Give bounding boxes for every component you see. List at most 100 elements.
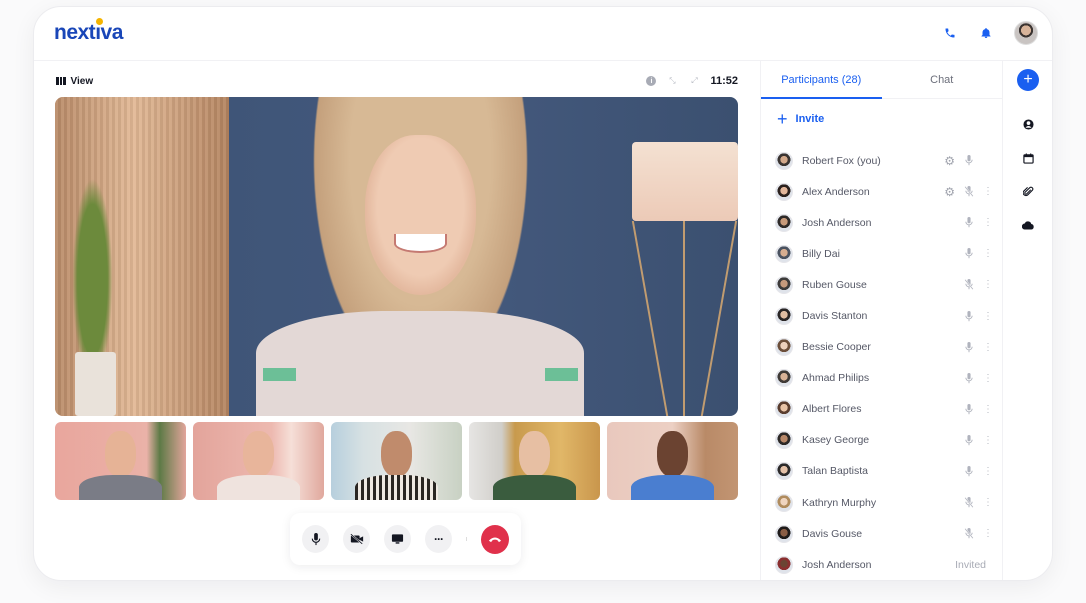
microphone-icon[interactable]	[964, 217, 974, 229]
brand-text: nextıva	[54, 21, 123, 44]
thumb-body	[630, 475, 715, 500]
participant-row[interactable]: Bessie Cooper ⋮	[775, 332, 993, 363]
info-icon[interactable]: i	[646, 76, 657, 86]
end-call-button[interactable]	[481, 524, 510, 554]
participant-row[interactable]: Josh Anderson Invited	[775, 549, 987, 580]
microphone-muted-icon[interactable]	[964, 279, 974, 291]
microphone-icon[interactable]	[964, 248, 974, 260]
divider	[466, 537, 468, 541]
tab-participants[interactable]: Participants (28)	[761, 61, 882, 99]
participant-row[interactable]: Kasey George ⋮	[775, 425, 993, 456]
more-vertical-icon[interactable]: ⋮	[983, 342, 993, 353]
more-vertical-icon[interactable]: ⋮	[983, 217, 993, 228]
invite-label: Invite	[795, 113, 825, 125]
participant-name: Ahmad Philips	[802, 372, 870, 385]
participant-row[interactable]: Ruben Gouse ⋮	[775, 269, 993, 300]
more-vertical-icon[interactable]: ⋮	[983, 435, 993, 446]
phone-icon[interactable]	[942, 25, 958, 41]
participant-name: Talan Baptista	[802, 465, 868, 478]
participant-row[interactable]: Davis Stanton ⋮	[775, 300, 993, 331]
mute-button[interactable]	[302, 525, 330, 553]
user-avatar[interactable]	[1014, 21, 1038, 45]
settings-icon[interactable]: ⚙	[944, 154, 955, 168]
microphone-icon[interactable]	[964, 155, 974, 167]
participant-row[interactable]: Albert Flores ⋮	[775, 394, 993, 425]
participant-thumbnail[interactable]	[607, 422, 738, 500]
nextiva-logo[interactable]: nextıva	[54, 21, 123, 45]
settings-icon[interactable]: ⚙	[944, 185, 955, 199]
more-vertical-icon[interactable]: ⋮	[983, 466, 993, 477]
thumb-face	[380, 431, 413, 477]
sweater-stripe	[544, 368, 578, 381]
participant-name: Kasey George	[802, 434, 870, 447]
plant	[68, 160, 117, 359]
participant-row[interactable]: Robert Fox (you)⚙⋮	[775, 145, 987, 176]
participant-thumbnail[interactable]	[469, 422, 600, 500]
participant-row[interactable]: Davis Gouse ⋮	[775, 518, 993, 549]
microphone-icon[interactable]	[964, 465, 974, 477]
participant-avatar	[775, 213, 793, 232]
view-button[interactable]: View	[56, 76, 93, 87]
camera-button[interactable]	[343, 525, 371, 553]
more-options-button[interactable]: ···	[425, 525, 453, 553]
cloud-button[interactable]	[1017, 214, 1039, 236]
calendar-button[interactable]	[1017, 147, 1039, 169]
more-vertical-icon[interactable]: ⋮	[983, 186, 993, 197]
logo-dot: ı	[95, 21, 101, 44]
microphone-muted-icon[interactable]	[964, 186, 974, 198]
participant-row[interactable]: Kathryn Murphy ⋮	[775, 487, 993, 518]
participant-name: Albert Flores	[802, 403, 862, 416]
attachments-button[interactable]	[1017, 181, 1039, 203]
attachment-icon	[1022, 186, 1033, 197]
microphone-icon[interactable]	[964, 341, 974, 353]
more-vertical-icon[interactable]: ⋮	[983, 248, 993, 259]
participant-row[interactable]: Billy Dai ⋮	[775, 238, 993, 269]
more-vertical-icon[interactable]: ⋮	[983, 497, 993, 508]
screen-share-icon	[391, 534, 404, 544]
participant-thumbnail[interactable]	[193, 422, 324, 500]
collapse-icon[interactable]: ⤡	[666, 76, 678, 86]
speaker-sweater	[256, 310, 585, 416]
more-vertical-icon[interactable]: ⋮	[983, 279, 993, 290]
participant-avatar	[775, 182, 793, 201]
participant-row[interactable]: Josh Anderson ⋮	[775, 207, 993, 238]
participant-name: Josh Anderson	[802, 558, 872, 571]
more-vertical-icon[interactable]: ⋮	[983, 528, 993, 539]
participant-avatar	[775, 307, 793, 326]
share-screen-button[interactable]	[384, 525, 412, 553]
more-vertical-icon[interactable]: ⋮	[983, 373, 993, 384]
participant-row[interactable]: Talan Baptista ⋮	[775, 456, 993, 487]
bell-icon[interactable]	[978, 25, 994, 41]
participant-thumbnails	[55, 422, 738, 500]
participant-row[interactable]: Alex Anderson ⚙ ⋮	[775, 176, 993, 207]
microphone-icon[interactable]	[964, 403, 974, 415]
lamp-shade	[632, 141, 738, 222]
thumb-body	[354, 475, 439, 500]
add-button[interactable]: +	[1017, 69, 1039, 91]
grid-view-icon	[56, 77, 66, 85]
thumb-face	[242, 431, 275, 477]
contacts-button[interactable]	[1017, 113, 1039, 135]
microphone-muted-icon[interactable]	[964, 528, 974, 540]
more-vertical-icon[interactable]: ⋮	[983, 404, 993, 415]
plus-icon: +	[777, 109, 788, 129]
thumb-face	[104, 431, 137, 477]
microphone-icon[interactable]	[964, 310, 974, 322]
microphone-icon[interactable]	[964, 372, 974, 384]
participant-thumbnail[interactable]	[55, 422, 186, 500]
thumb-body	[492, 475, 577, 500]
end-call-icon	[488, 537, 502, 543]
participant-row[interactable]: Ahmad Philips ⋮	[775, 363, 993, 394]
tab-chat[interactable]: Chat	[882, 61, 1003, 98]
participant-name: Robert Fox (you)	[802, 154, 881, 167]
participant-thumbnail[interactable]	[331, 422, 462, 500]
contact-icon	[1022, 118, 1034, 130]
invite-button[interactable]: + Invite	[777, 109, 825, 129]
participant-name: Josh Anderson	[802, 216, 872, 229]
fullscreen-icon[interactable]: ⤢	[688, 76, 700, 86]
participant-name: Davis Gouse	[802, 527, 863, 540]
more-vertical-icon[interactable]: ⋮	[983, 311, 993, 322]
microphone-muted-icon[interactable]	[964, 497, 974, 509]
main-speaker-video[interactable]	[55, 97, 738, 416]
microphone-icon[interactable]	[964, 434, 974, 446]
